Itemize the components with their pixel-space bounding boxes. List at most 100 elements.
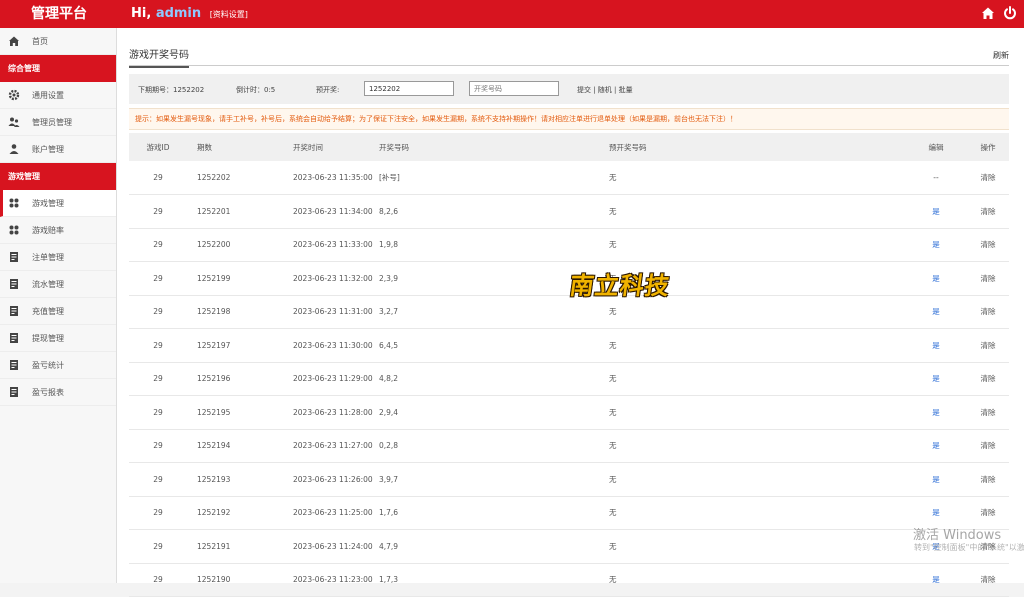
edit-cell[interactable]: 是 — [905, 329, 967, 363]
draw-time-cell: 2023-06-23 11:23:00 — [293, 575, 373, 585]
column-header: 编辑 — [928, 142, 944, 152]
edit-cell[interactable]: 是 — [905, 463, 967, 497]
user-icon — [8, 143, 20, 155]
draw-code-cell: [补号] — [379, 173, 400, 182]
page-title: 游戏开奖号码 — [129, 46, 189, 68]
sidebar-item-game-management[interactable]: 游戏管理 — [0, 190, 116, 217]
document-icon — [8, 359, 20, 371]
page-header: 游戏开奖号码 刷新 — [129, 42, 1009, 68]
sidebar-item-label: 提现管理 — [32, 333, 64, 343]
action-cell[interactable]: 清除 — [967, 362, 1009, 396]
sidebar-item-label: 游戏赔率 — [32, 225, 64, 235]
table-row: 29 1252190 2023-06-23 11:23:00 1,7,3 无 是清除 — [129, 563, 1009, 597]
column-header: 开奖号码 — [379, 142, 409, 152]
action-cell[interactable]: 清除 — [967, 161, 1009, 195]
edit-cell[interactable]: 是 — [905, 262, 967, 296]
draw-time-cell: 2023-06-23 11:25:00 — [293, 508, 373, 518]
brand-logo-watermark: 南立科技 — [567, 271, 672, 300]
edit-cell[interactable]: 是 — [905, 362, 967, 396]
sidebar-item-profit-stats[interactable]: 盈亏统计 — [0, 352, 116, 379]
edit-cell[interactable]: 是 — [905, 228, 967, 262]
issue-cell: 1252195 — [197, 407, 231, 417]
power-icon[interactable] — [1002, 5, 1018, 21]
issue-cell: 1252196 — [197, 374, 231, 384]
column-header: 操作 — [980, 142, 996, 152]
home-icon[interactable] — [980, 5, 996, 21]
action-cell[interactable]: 清除 — [967, 195, 1009, 229]
action-cell[interactable]: 清除 — [967, 262, 1009, 296]
table-row: 29 1252196 2023-06-23 11:29:00 4,8,2 无 是清除 — [129, 362, 1009, 396]
action-cell[interactable]: 清除 — [967, 396, 1009, 430]
sidebar-item-label: 账户管理 — [32, 144, 64, 154]
sidebar-item-bet-management[interactable]: 注单管理 — [0, 244, 116, 271]
table-row: 29 1252201 2023-06-23 11:34:00 8,2,6 无 是清除 — [129, 195, 1009, 229]
countdown-text: 倒计时：0:5 — [236, 86, 276, 94]
column-header: 预开奖号码 — [609, 142, 647, 152]
username[interactable]: admin — [156, 6, 201, 21]
document-icon — [8, 251, 20, 263]
preset-code-cell: 无 — [609, 508, 617, 518]
draw-code-cell: 0,2,8 — [379, 441, 399, 451]
action-cell[interactable]: 清除 — [967, 329, 1009, 363]
game-id-cell: 29 — [153, 307, 163, 317]
sidebar-item-profit-report[interactable]: 盈亏报表 — [0, 379, 116, 406]
preset-code-cell: 无 — [609, 340, 617, 350]
sidebar-section-general[interactable]: 综合管理 — [0, 55, 116, 82]
game-id-cell: 29 — [153, 206, 163, 216]
game-id-cell: 29 — [153, 508, 163, 518]
issue-cell: 1252193 — [197, 474, 231, 484]
sidebar-item-label: 注单管理 — [32, 252, 64, 262]
action-cell[interactable]: 清除 — [967, 463, 1009, 497]
sidebar-item-recharge-management[interactable]: 充值管理 — [0, 298, 116, 325]
draw-time-cell: 2023-06-23 11:24:00 — [293, 541, 373, 551]
sidebar-item-label: 游戏管理 — [32, 198, 64, 208]
edit-cell[interactable]: 是 — [905, 195, 967, 229]
document-icon — [8, 278, 20, 290]
edit-cell[interactable]: 是 — [905, 396, 967, 430]
draw-code-cell: 1,7,6 — [379, 508, 399, 518]
draw-time-cell: 2023-06-23 11:26:00 — [293, 474, 373, 484]
preset-issue-input[interactable] — [364, 81, 454, 96]
preset-actions[interactable]: 提交 | 随机 | 批量 — [577, 85, 633, 95]
edit-cell[interactable]: 是 — [905, 563, 967, 597]
profile-settings-link[interactable]: [资料设置] — [210, 10, 248, 19]
game-id-cell: 29 — [153, 441, 163, 451]
preset-form: 下期期号：1252202 倒计时：0:5 预开奖: 提交 | 随机 | 批量 — [129, 74, 1009, 104]
sidebar-item-game-odds[interactable]: 游戏赔率 — [0, 217, 116, 244]
action-cell[interactable]: 清除 — [967, 228, 1009, 262]
top-icons — [980, 5, 1018, 21]
table-row: 29 1252194 2023-06-23 11:27:00 0,2,8 无 是清除 — [129, 429, 1009, 463]
game-id-cell: 29 — [153, 340, 163, 350]
sidebar-item-account-management[interactable]: 账户管理 — [0, 136, 116, 163]
draw-time-cell: 2023-06-23 11:29:00 — [293, 374, 373, 384]
table-row: 29 1252195 2023-06-23 11:28:00 2,9,4 无 是清除 — [129, 396, 1009, 430]
table-row: 29 1252197 2023-06-23 11:30:00 6,4,5 无 是清除 — [129, 329, 1009, 363]
sidebar-item-label: 首页 — [32, 36, 48, 46]
greeting-text: Hi, — [131, 6, 152, 21]
game-id-cell: 29 — [153, 240, 163, 250]
draw-time-cell: 2023-06-23 11:30:00 — [293, 340, 373, 350]
windows-activation-subtext: 转到"控制面板"中的"系统"以激活 Windows — [914, 543, 1024, 552]
action-cell[interactable]: 清除 — [967, 563, 1009, 597]
sidebar-item-turnover-management[interactable]: 流水管理 — [0, 271, 116, 298]
issue-cell: 1252194 — [197, 441, 231, 451]
sidebar-item-home[interactable]: 首页 — [0, 28, 116, 55]
grid-icon — [8, 197, 20, 209]
column-header: 期数 — [197, 142, 212, 152]
sidebar-item-admin-management[interactable]: 管理员管理 — [0, 109, 116, 136]
edit-cell[interactable]: 是 — [905, 429, 967, 463]
sidebar-section-games[interactable]: 游戏管理 — [0, 163, 116, 190]
issue-cell: 1252202 — [197, 173, 231, 182]
preset-code-cell: 无 — [609, 474, 617, 484]
sidebar-item-withdrawal-management[interactable]: 提现管理 — [0, 325, 116, 352]
issue-cell: 1252201 — [197, 206, 231, 216]
sidebar-item-general-settings[interactable]: 通用设置 — [0, 82, 116, 109]
refresh-link[interactable]: 刷新 — [993, 50, 1009, 61]
action-cell[interactable]: 清除 — [967, 295, 1009, 329]
home-icon — [8, 35, 20, 47]
draw-time-cell: 2023-06-23 11:33:00 — [293, 240, 373, 250]
preset-code-input[interactable] — [469, 81, 559, 96]
edit-cell[interactable]: 是 — [905, 295, 967, 329]
draw-time-cell: 2023-06-23 11:34:00 — [293, 206, 373, 216]
action-cell[interactable]: 清除 — [967, 429, 1009, 463]
